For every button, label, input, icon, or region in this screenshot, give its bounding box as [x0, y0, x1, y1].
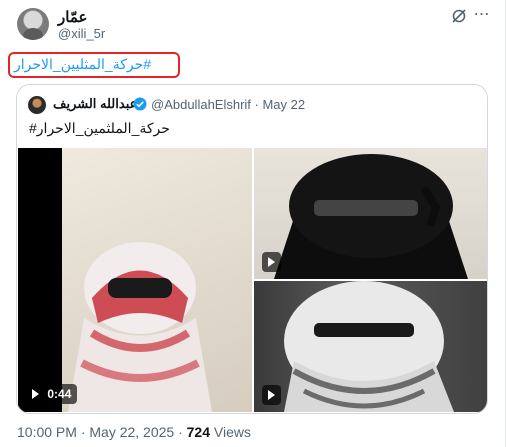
views-label: Views — [210, 424, 251, 440]
video-thumbnail-main[interactable]: 0:44 — [18, 148, 252, 412]
post-meta: 10:00 PM · May 22, 2025 · 724 Views — [17, 424, 251, 440]
quoted-handle-date[interactable]: @AbdullahElshrif · May 22 — [151, 97, 305, 112]
quoted-author-avatar[interactable] — [28, 96, 46, 114]
play-icon — [268, 256, 275, 267]
masked-person-white-illustration — [284, 281, 454, 412]
post-timestamp[interactable]: 10:00 PM · May 22, 2025 · — [17, 424, 187, 440]
masked-person-black-illustration — [274, 154, 468, 279]
hashtag-link[interactable]: #حركة_المثليين_الاحرار — [14, 56, 151, 73]
grok-icon[interactable] — [451, 8, 467, 24]
video-thumbnail-top-right[interactable] — [254, 148, 487, 279]
masked-man-illustration — [68, 242, 212, 412]
play-icon — [268, 389, 275, 400]
quoted-text: #حركة_الملثمين_الاحرار — [29, 120, 170, 136]
video-thumbnail-bottom-right[interactable] — [254, 281, 487, 412]
more-options-icon[interactable]: ⋯ — [472, 6, 492, 26]
quoted-tweet[interactable]: عبدالله الشريف @AbdullahElshrif · May 22… — [16, 84, 488, 414]
author-avatar[interactable] — [17, 8, 49, 40]
video-duration-badge: 0:44 — [26, 384, 78, 404]
verified-badge-icon — [133, 97, 147, 111]
play-button[interactable] — [262, 252, 281, 272]
play-button[interactable] — [262, 385, 281, 405]
play-icon — [32, 388, 39, 399]
author-handle[interactable]: @xili_5r — [58, 26, 105, 41]
views-count: 724 — [186, 424, 210, 440]
video-duration: 0:44 — [47, 387, 72, 401]
video-frame — [62, 148, 252, 412]
tweet-post[interactable]: عمّار @xili_5r ⋯ #حركة_المثليين_الاحرار … — [0, 0, 506, 447]
quoted-author-name[interactable]: عبدالله الشريف — [53, 96, 137, 112]
author-name[interactable]: عمّار — [58, 8, 87, 26]
